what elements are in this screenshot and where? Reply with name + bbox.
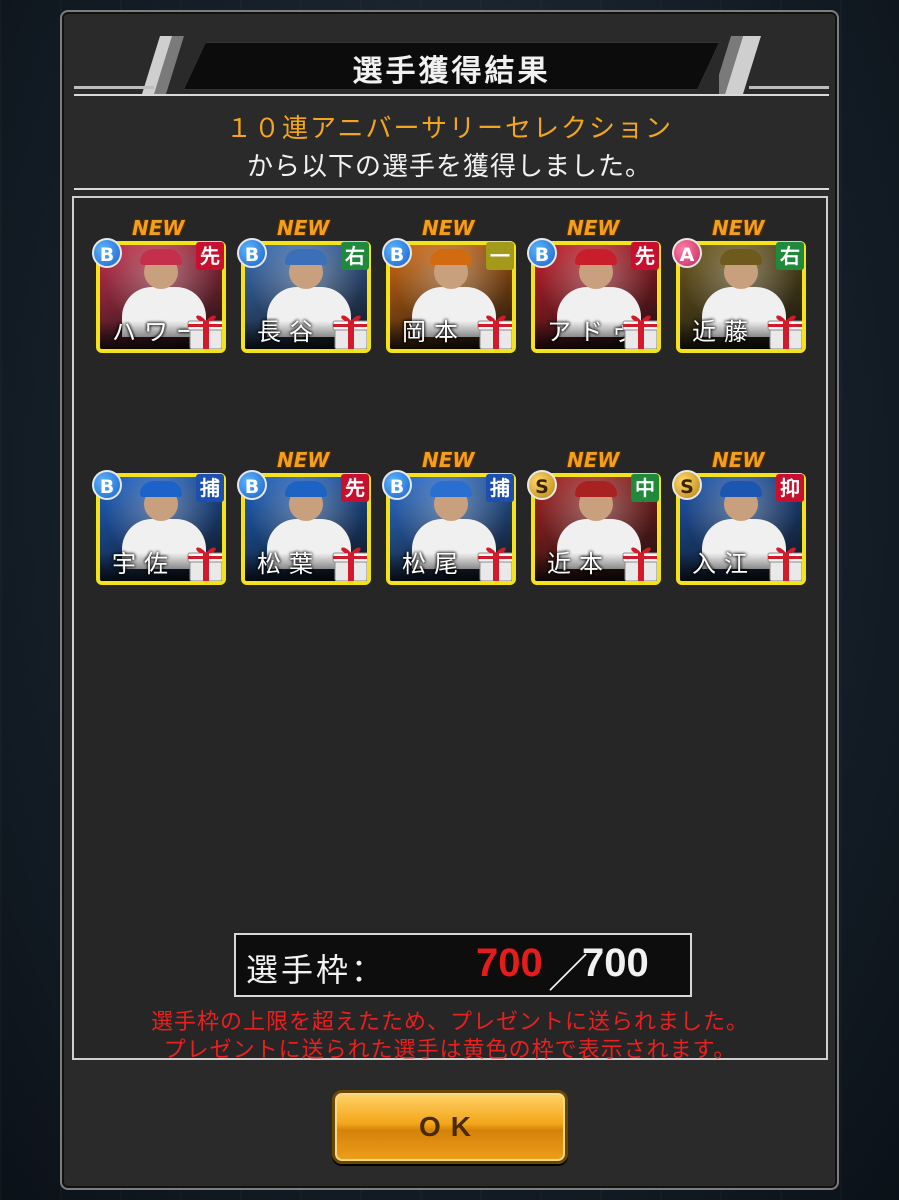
player-name: 岡本 (402, 318, 466, 346)
position-badge: 先 (341, 474, 369, 502)
position-badge: 捕 (196, 474, 224, 502)
gift-box-icon (766, 543, 802, 581)
player-name: 宇佐 (112, 550, 176, 578)
ok-button-label: OK (419, 1111, 481, 1142)
new-badge: NEW (422, 216, 475, 240)
position-badge: 抑 (776, 474, 804, 502)
rank-badge: B (237, 470, 267, 500)
result-message: から以下の選手を獲得しました。 (246, 152, 652, 182)
gift-box-icon (331, 543, 367, 581)
gift-box-icon (186, 543, 222, 581)
player-card[interactable]: 松葉 NEW B 先 (237, 448, 371, 588)
roster-capacity: 選手枠： 700 ／ 700 (234, 933, 692, 997)
selection-name: １０連アニバーサリーセレクション (226, 114, 673, 144)
player-card[interactable]: 近本 NEW S 中 (527, 448, 661, 588)
new-badge: NEW (132, 216, 185, 240)
position-badge: 右 (341, 242, 369, 270)
title-divider (74, 94, 829, 96)
title-bar: 選手獲得結果 (74, 36, 829, 94)
new-badge: NEW (567, 448, 620, 472)
player-grid-panel: ハワー NEW B 先長谷 NEW B 右岡本 NEW B 一アドゥ NEW B 先近藤 NEW A 右宇佐 B… (72, 196, 828, 1063)
gift-box-icon (186, 311, 222, 349)
rank-badge: A (672, 238, 702, 268)
new-badge: NEW (567, 216, 620, 240)
position-badge: 右 (776, 242, 804, 270)
rank-badge: B (382, 238, 412, 268)
player-card[interactable]: アドゥ NEW B 先 (527, 216, 661, 356)
player-name: 入江 (692, 550, 756, 578)
gift-box-icon (621, 311, 657, 349)
position-badge: 先 (196, 242, 224, 270)
player-card[interactable]: 入江 NEW S 抑 (672, 448, 806, 588)
capacity-label: 選手枠： (246, 951, 387, 989)
notice-line-2: プレゼントに送られた選手は黄色の枠で表示されます。 (163, 1038, 737, 1063)
title-decoration-right (719, 36, 829, 94)
rank-badge: B (237, 238, 267, 268)
rank-badge: B (382, 470, 412, 500)
player-name: 松葉 (257, 550, 321, 578)
capacity-current: 700 (476, 941, 543, 985)
player-card[interactable]: 宇佐 B 捕 (92, 448, 226, 588)
gift-box-icon (476, 543, 512, 581)
new-badge: NEW (712, 216, 765, 240)
gift-box-icon (476, 311, 512, 349)
player-name: 長谷 (257, 318, 321, 346)
rank-badge: B (92, 238, 122, 268)
message-divider (74, 188, 829, 190)
gift-box-icon (766, 311, 802, 349)
result-dialog: 選手獲得結果 １０連アニバーサリーセレクション から以下の選手を獲得しました。 … (60, 10, 839, 1190)
player-card[interactable]: ハワー NEW B 先 (92, 216, 226, 356)
rank-badge: B (92, 470, 122, 500)
player-card[interactable]: 近藤 NEW A 右 (672, 216, 806, 356)
new-badge: NEW (422, 448, 475, 472)
player-card[interactable]: 岡本 NEW B 一 (382, 216, 516, 356)
rank-badge: S (527, 470, 557, 500)
position-badge: 一 (486, 242, 514, 270)
new-badge: NEW (712, 448, 765, 472)
rank-badge: S (672, 470, 702, 500)
player-name: 近本 (547, 550, 611, 578)
player-name: 松尾 (402, 550, 466, 578)
rank-badge: B (527, 238, 557, 268)
player-name: 近藤 (692, 318, 756, 346)
position-badge: 捕 (486, 474, 514, 502)
ok-button[interactable]: OK (332, 1090, 568, 1164)
position-badge: 先 (631, 242, 659, 270)
new-badge: NEW (277, 216, 330, 240)
new-badge: NEW (277, 448, 330, 472)
capacity-max: 700 (582, 941, 649, 985)
dialog-title: 選手獲得結果 (352, 54, 551, 89)
gift-box-icon (331, 311, 367, 349)
gift-box-icon (621, 543, 657, 581)
player-card[interactable]: 松尾 NEW B 捕 (382, 448, 516, 588)
player-card[interactable]: 長谷 NEW B 右 (237, 216, 371, 356)
position-badge: 中 (631, 474, 659, 502)
